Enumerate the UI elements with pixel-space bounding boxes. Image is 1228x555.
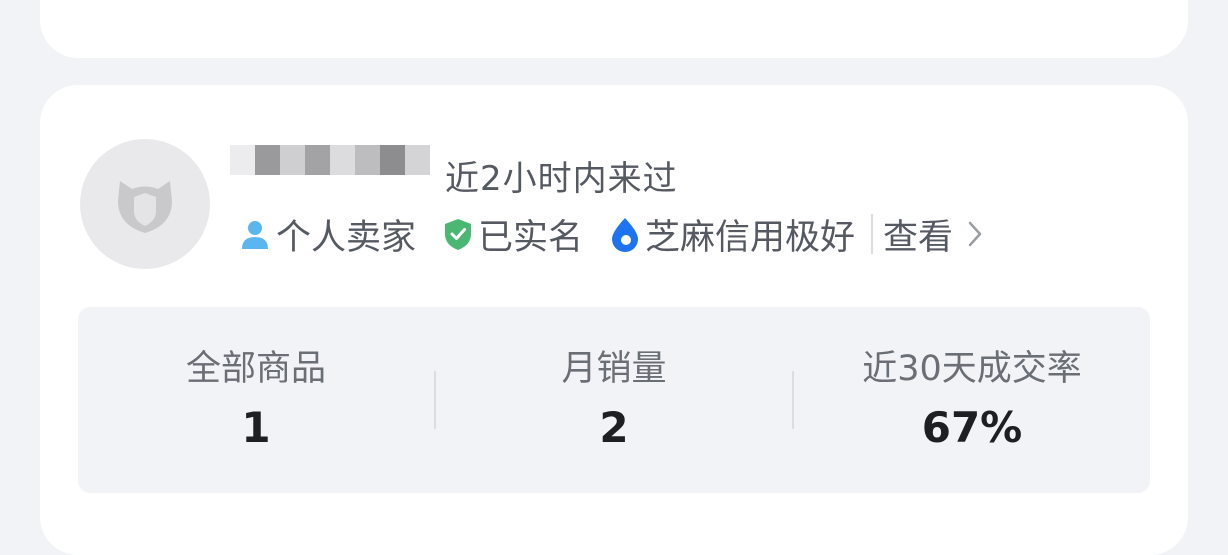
view-seller-link[interactable]: 查看 [883,209,983,260]
sesame-credit-icon [612,218,639,252]
stat-label: 月销量 [561,349,667,389]
tag-sesame-credit: 芝麻信用极好 [609,209,855,260]
tag-label: 个人卖家 [276,217,417,258]
seller-avatar[interactable] [80,139,210,269]
stat-value: 1 [241,403,271,452]
tag-verified: 已实名 [442,209,583,260]
stat-all-products[interactable]: 全部商品 1 [78,307,434,493]
stat-monthly-sales[interactable]: 月销量 2 [436,307,792,493]
person-icon [242,221,268,249]
tag-label: 已实名 [478,217,584,258]
seller-stats-panel: 全部商品 1 月销量 2 近30天成交率 67% [78,307,1150,493]
chevron-right-icon [968,221,982,247]
verified-shield-icon [445,219,472,250]
stat-label: 全部商品 [185,349,326,389]
default-avatar-icon [118,181,172,233]
seller-tags: 个人卖家 已实名 芝麻信用极好 查看 [238,209,983,259]
tag-label: 芝麻信用极好 [645,217,856,258]
seller-card[interactable]: 近2小时内来过 个人卖家 已实名 芝麻信用极好 查看 全部商品 1 月销量 2 … [40,85,1188,555]
view-label: 查看 [883,217,954,258]
seller-name-blurred [230,130,430,190]
stat-value: 2 [599,403,629,452]
stat-label: 近30天成交率 [862,349,1082,389]
stat-value: 67% [921,403,1023,452]
tag-personal-seller: 个人卖家 [238,209,416,260]
last-seen-text: 近2小时内来过 [445,159,678,199]
stat-30day-deal-rate[interactable]: 近30天成交率 67% [794,307,1150,493]
previous-card [40,0,1188,58]
tags-divider [871,214,874,254]
